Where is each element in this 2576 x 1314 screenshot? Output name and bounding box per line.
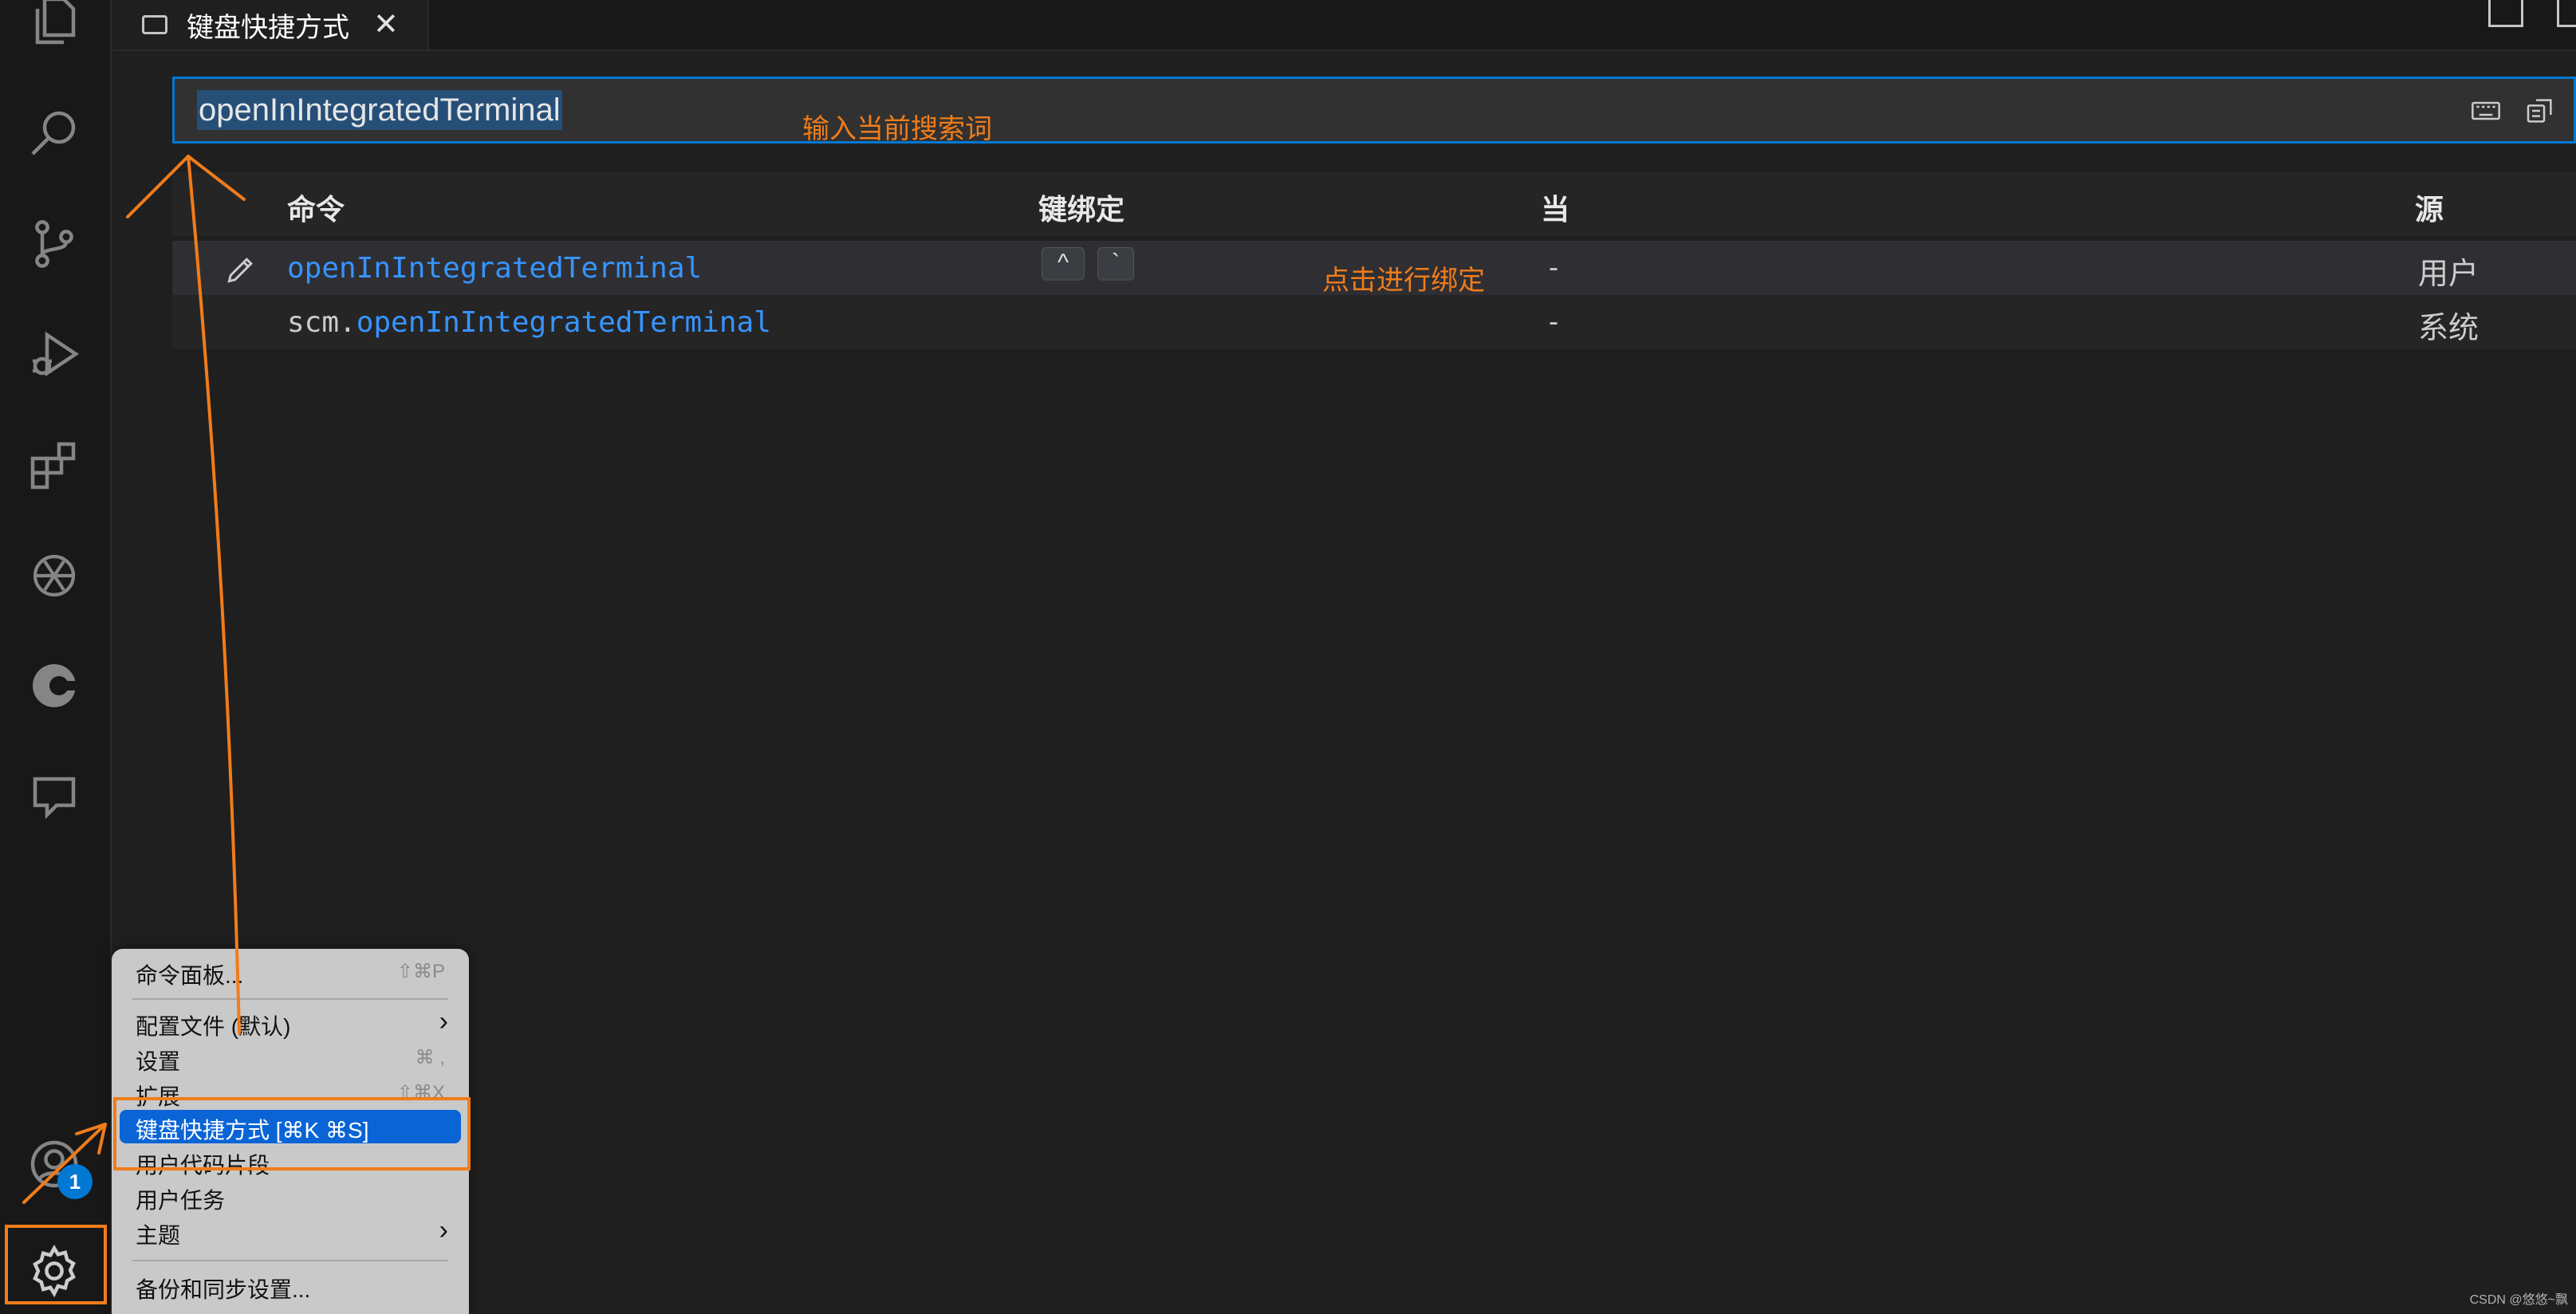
key-backtick: ` [1097, 247, 1134, 281]
command-name: scm.openInIntegratedTerminal [287, 306, 771, 339]
activity-bar: 1 [0, 0, 112, 1314]
split-editor-icon[interactable] [2557, 0, 2576, 27]
source-value: 用户 [2418, 258, 2479, 291]
extensions-icon[interactable] [19, 431, 89, 501]
search-query-text: openInIntegratedTerminal [197, 90, 562, 130]
sort-by-precedence-icon[interactable] [2524, 95, 2556, 127]
menu-item-keyboard-shortcuts[interactable]: 键盘快捷方式 [⌘K ⌘S] [120, 1110, 461, 1143]
menu-item-user-tasks[interactable]: 用户任务 [120, 1180, 461, 1214]
key-ctrl: ^ [1042, 247, 1085, 281]
annotation-bind-hint: 点击进行绑定 [1322, 266, 1485, 296]
menu-item-backup-sync[interactable]: 备份和同步设置... [120, 1269, 461, 1303]
explorer-icon[interactable] [19, 0, 89, 56]
accounts-badge: 1 [57, 1164, 93, 1199]
comments-icon[interactable] [19, 761, 89, 831]
source-value: 系统 [2418, 312, 2479, 345]
record-keys-icon[interactable] [2470, 95, 2502, 127]
codeium-icon[interactable] [19, 651, 89, 721]
tab-title: 键盘快捷方式 [187, 12, 349, 43]
menu-separator [132, 1260, 448, 1261]
menu-item-command-palette[interactable]: 命令面板... ⇧⌘P [120, 955, 461, 989]
watermark: CSDN @悠悠~飘 [2469, 1293, 2568, 1307]
run-debug-icon[interactable] [19, 319, 89, 389]
menu-separator [132, 998, 448, 1000]
manage-gear-icon[interactable] [19, 1236, 89, 1306]
search-icon[interactable] [19, 97, 89, 167]
source-control-icon[interactable] [19, 209, 89, 279]
when-value: - [1549, 305, 1558, 337]
when-value: - [1549, 250, 1558, 283]
tab-keyboard-shortcuts[interactable]: 键盘快捷方式 ✕ [112, 0, 429, 49]
command-name: openInIntegratedTerminal [287, 252, 703, 285]
table-row[interactable]: scm.openInIntegratedTerminal - 系统 [172, 295, 2576, 349]
menu-item-extensions[interactable]: 扩展 ⇧⌘X [120, 1076, 461, 1110]
close-icon[interactable]: ✕ [373, 10, 399, 40]
menu-item-settings[interactable]: 设置 ⌘ , [120, 1041, 461, 1075]
table-header: 命令 键绑定 当 源 [172, 172, 2576, 236]
header-command: 命令 [287, 193, 345, 226]
menu-item-user-snippets[interactable]: 用户代码片段 [120, 1145, 461, 1178]
menu-item-profile[interactable]: 配置文件 (默认) › [120, 1006, 461, 1040]
open-json-icon[interactable] [2488, 0, 2523, 27]
menu-item-themes[interactable]: 主题 › [120, 1215, 461, 1249]
manage-context-menu: 命令面板... ⇧⌘P 配置文件 (默认) › 设置 ⌘ , 扩展 ⇧⌘X 键盘快捷方式… [112, 949, 469, 1314]
edit-pencil-icon[interactable] [223, 252, 258, 287]
header-source: 源 [2415, 193, 2444, 226]
header-keybinding: 键绑定 [1038, 193, 1125, 226]
header-when: 当 [1541, 193, 1570, 226]
chatgpt-icon[interactable] [19, 541, 89, 611]
chevron-right-icon: › [439, 1006, 448, 1037]
chevron-right-icon: › [439, 1215, 448, 1245]
keyboard-icon [142, 15, 167, 34]
keybindings-search-input[interactable]: openInIntegratedTerminal [172, 77, 2576, 144]
annotation-search-hint: 输入当前搜索词 [802, 114, 992, 144]
editor-tab-bar: 键盘快捷方式 ✕ [112, 0, 2576, 51]
